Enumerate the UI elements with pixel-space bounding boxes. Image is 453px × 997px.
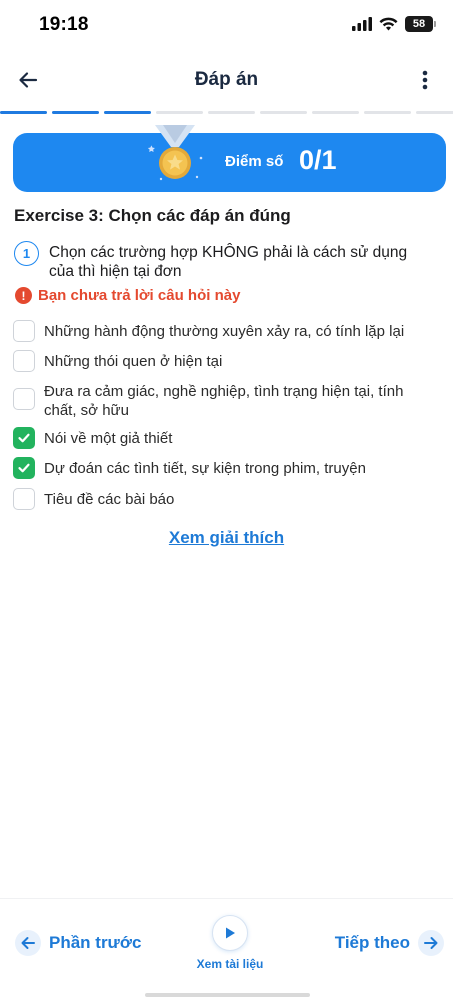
option-text: Những hành động thường xuyên xảy ra, có …: [44, 323, 405, 340]
bottom-divider: [0, 898, 453, 899]
signal-icon: [352, 17, 372, 31]
option-text: Những thói quen ở hiện tại: [44, 353, 223, 370]
battery-icon: 58: [405, 16, 436, 32]
view-documents-button[interactable]: Xem tài liệu: [193, 915, 267, 971]
option-text: Đưa ra cảm giác, nghề nghiệp, tình trạng…: [44, 383, 404, 419]
battery-level: 58: [412, 18, 426, 30]
progress-segment: [208, 111, 255, 114]
alert-icon: !: [15, 287, 32, 304]
status-time: 19:18: [39, 14, 89, 35]
answer-option[interactable]: Những thói quen ở hiện tại: [13, 350, 438, 372]
status-icons: 58: [352, 16, 436, 32]
arrow-right-icon: [418, 930, 444, 956]
exercise-title: Exercise 3: Chọn các đáp án đúng: [14, 206, 291, 225]
page-title: Đáp án: [194, 69, 259, 90]
score-label: Điểm số: [225, 153, 284, 170]
answer-option[interactable]: Những hành động thường xuyên xảy ra, có …: [13, 320, 438, 342]
previous-section-button[interactable]: Phần trước: [15, 930, 141, 956]
checkbox-checked[interactable]: [13, 457, 35, 479]
progress-segment: [52, 111, 99, 114]
more-options-button[interactable]: [411, 66, 439, 94]
next-label: Tiếp theo: [334, 933, 410, 952]
more-vertical-icon: [422, 70, 428, 90]
home-indicator: [145, 993, 310, 997]
option-text: Tiêu đề các bài báo: [44, 491, 175, 508]
progress-segment: [260, 111, 307, 114]
next-section-button[interactable]: Tiếp theo: [335, 930, 444, 956]
answer-option[interactable]: Dự đoán các tình tiết, sự kiện trong phi…: [13, 457, 438, 479]
progress-segment: [312, 111, 359, 114]
progress-indicator: [0, 111, 453, 115]
progress-segment: [0, 111, 47, 114]
arrow-left-icon: [15, 930, 41, 956]
checkbox[interactable]: [13, 388, 35, 410]
checkbox-checked[interactable]: [13, 427, 35, 449]
score-banner: Điểm số 0/1: [13, 125, 446, 192]
header: Đáp án: [0, 56, 453, 106]
progress-segment: [104, 111, 151, 114]
status-bar: 19:18 58: [0, 0, 453, 50]
option-text: Nói về một giả thiết: [44, 430, 173, 447]
question-number-badge: 1: [14, 241, 39, 266]
progress-segment: [156, 111, 203, 114]
answer-option[interactable]: Nói về một giả thiết: [13, 427, 438, 449]
warning-text: Bạn chưa trả lời câu hỏi này: [38, 287, 241, 304]
option-text: Dự đoán các tình tiết, sự kiện trong phi…: [44, 460, 366, 477]
answer-option[interactable]: Tiêu đề các bài báo: [13, 488, 438, 510]
view-explanation-link[interactable]: Xem giải thích: [0, 528, 453, 548]
wifi-icon: [379, 17, 398, 31]
answer-option[interactable]: Đưa ra cảm giác, nghề nghiệp, tình trạng…: [13, 380, 438, 420]
checkbox[interactable]: [13, 488, 35, 510]
progress-segment: [416, 111, 453, 114]
question-text: Chọn các trường hợp KHÔNG phải là cách s…: [49, 244, 408, 280]
progress-segment: [364, 111, 411, 114]
unanswered-warning: ! Bạn chưa trả lời câu hỏi này: [15, 287, 240, 304]
play-icon: [212, 915, 248, 951]
checkbox[interactable]: [13, 350, 35, 372]
checkbox[interactable]: [13, 320, 35, 342]
score-value: 0/1: [299, 145, 337, 175]
medal-icon: [147, 125, 203, 181]
documents-label: Xem tài liệu: [196, 957, 264, 971]
previous-label: Phần trước: [49, 933, 142, 952]
